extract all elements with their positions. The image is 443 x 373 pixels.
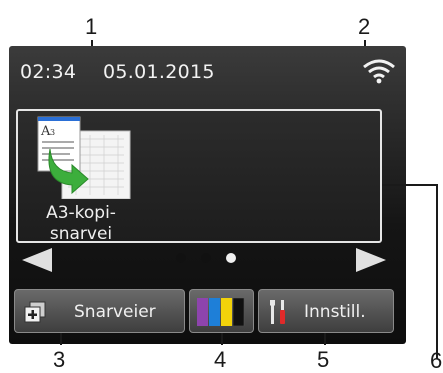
shortcut-label-line2: snarvei xyxy=(49,224,113,244)
wifi-icon xyxy=(362,58,396,88)
callout-3-line xyxy=(60,333,62,345)
callout-1: 1 xyxy=(85,14,98,39)
ink-button[interactable] xyxy=(189,289,254,333)
a3-copy-shortcut[interactable]: A 3 A3-kopi- snarvei xyxy=(22,112,140,244)
callout-4-line xyxy=(221,333,223,345)
page-dot-2 xyxy=(201,253,211,263)
page-dot-3 xyxy=(226,253,236,263)
arrow-left-icon[interactable] xyxy=(22,248,52,276)
settings-label: Innstill. xyxy=(304,302,366,322)
settings-button[interactable]: Innstill. xyxy=(258,289,394,333)
a3-copy-icon: A 3 xyxy=(36,115,132,203)
callout-5-line xyxy=(324,333,326,345)
callout-4: 4 xyxy=(214,347,227,372)
arrow-right-icon[interactable] xyxy=(356,248,386,276)
ink-cartridges-icon xyxy=(197,297,247,330)
tools-icon xyxy=(268,299,290,329)
shortcuts-label: Snarveier xyxy=(74,302,156,322)
shortcut-label-line1: A3-kopi- xyxy=(46,203,116,223)
callout-3: 3 xyxy=(53,347,66,372)
callout-5: 5 xyxy=(317,347,330,372)
callout-2: 2 xyxy=(358,14,371,39)
status-date: 05.01.2015 xyxy=(103,61,215,83)
shortcuts-button[interactable]: Snarveier xyxy=(14,289,185,333)
callout-6-line-v xyxy=(436,184,438,359)
svg-text:3: 3 xyxy=(50,128,55,137)
page-dot-1 xyxy=(176,253,186,263)
add-shortcut-icon xyxy=(24,301,46,327)
callout-6-line-h xyxy=(382,184,438,186)
clock-time: 02:34 xyxy=(20,61,77,83)
